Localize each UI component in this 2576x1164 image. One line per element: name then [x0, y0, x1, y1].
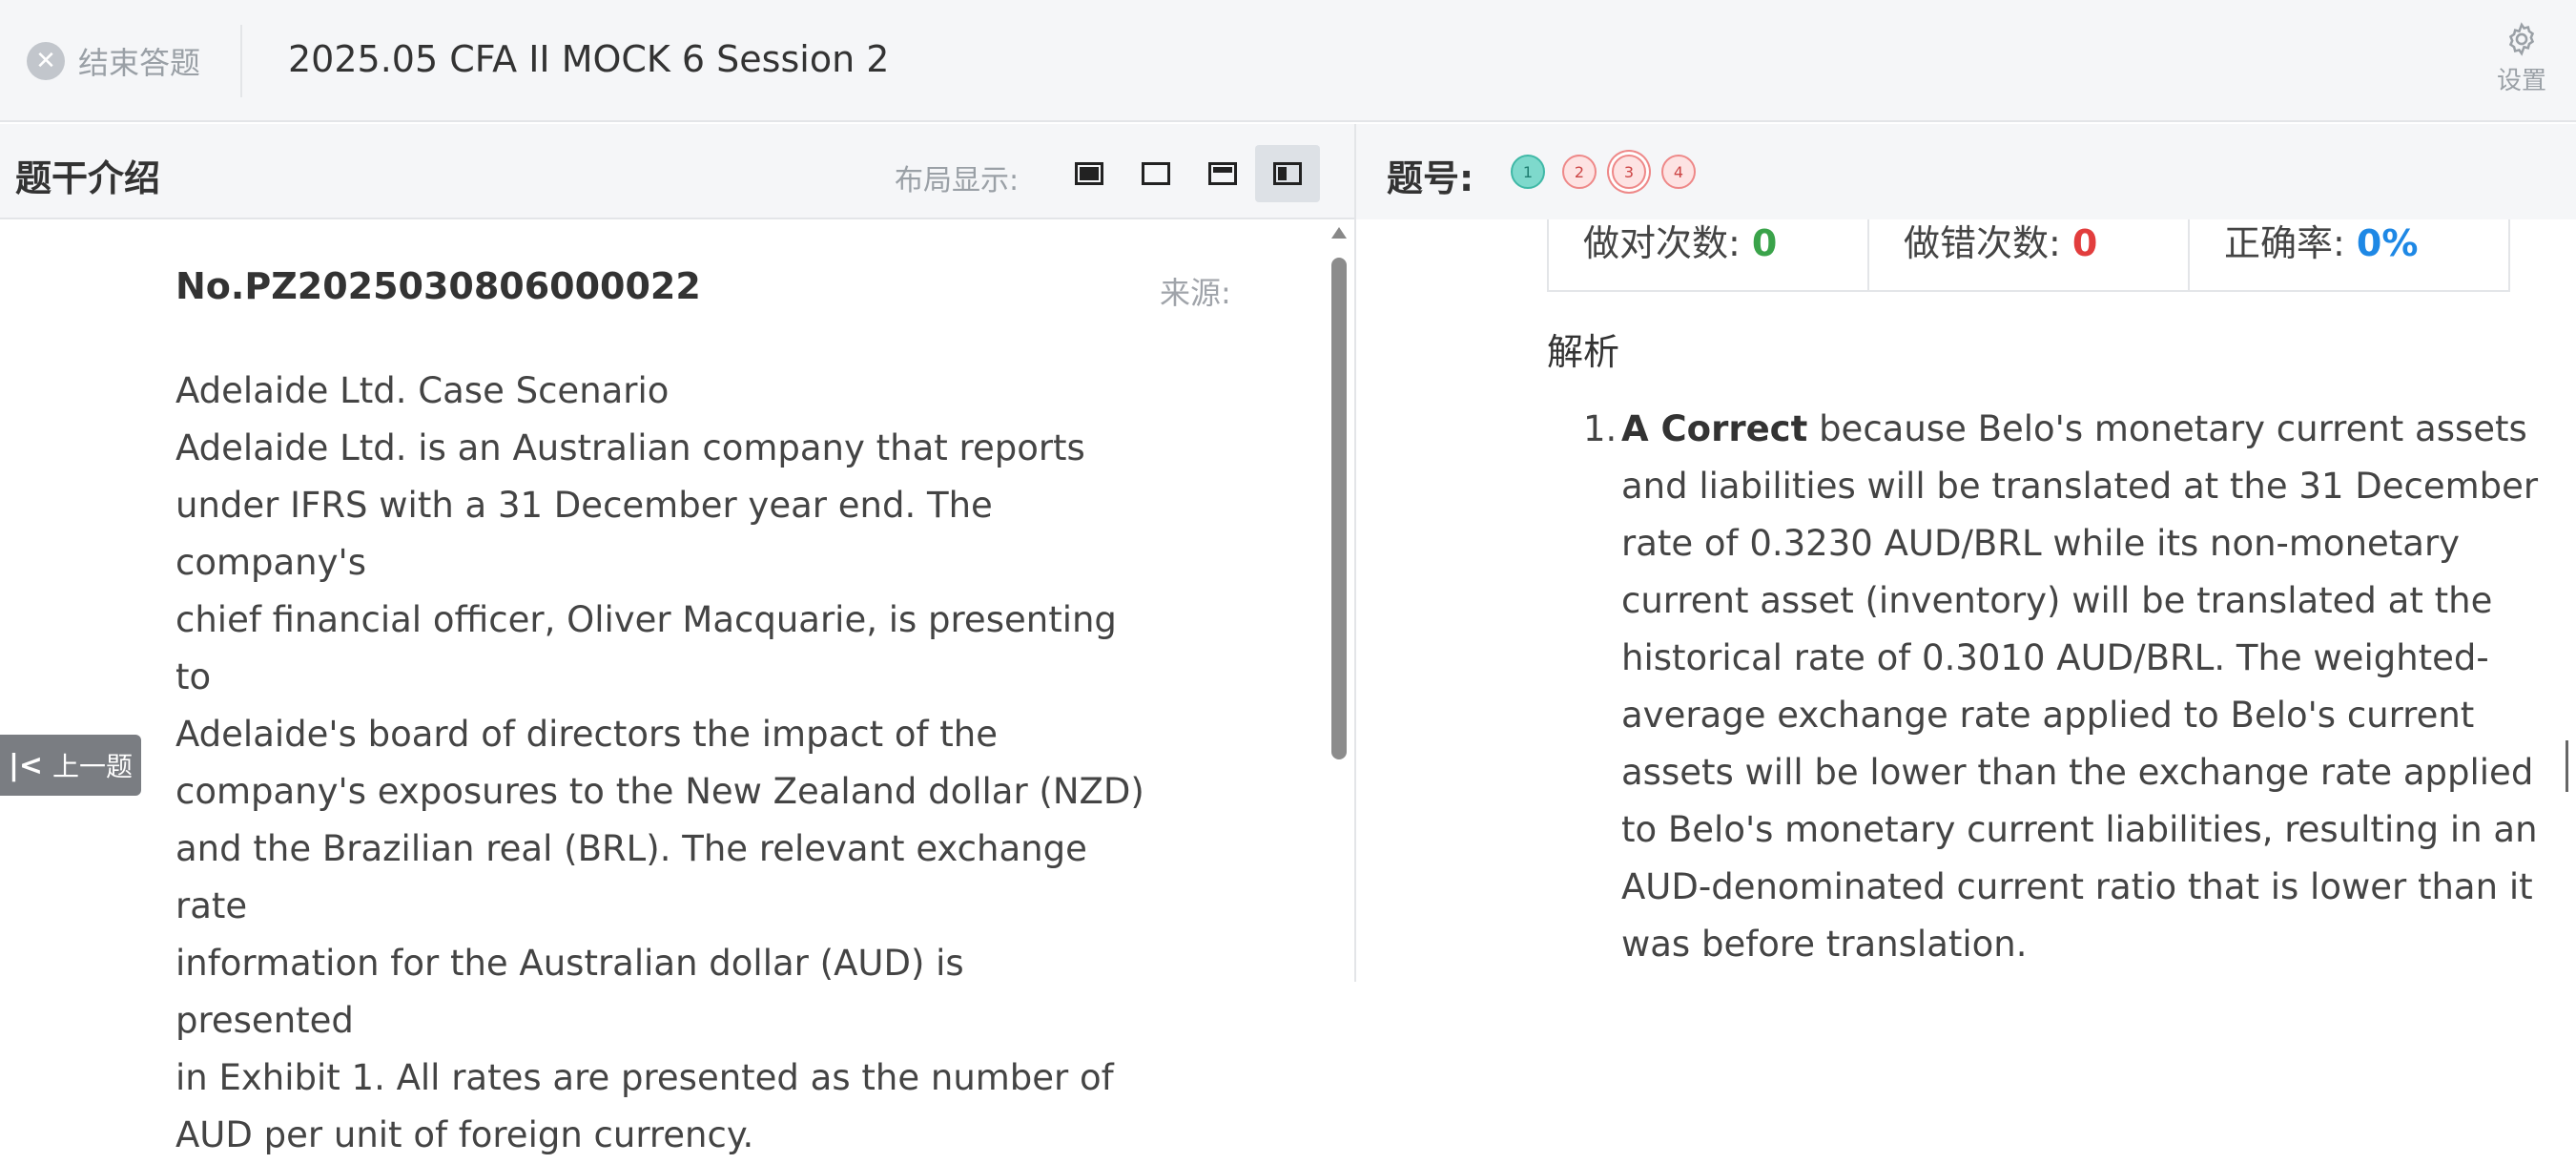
correct-count: 做对次数: 0 [1549, 219, 1869, 290]
analysis-line: current asset (inventory) will be transl… [1621, 580, 2493, 621]
layout-top-button[interactable] [1190, 145, 1255, 202]
analysis-line: rate of 0.3230 AUD/BRL while its non-mon… [1621, 523, 2461, 564]
layout-empty-button[interactable] [1123, 145, 1188, 202]
question-nav-2[interactable]: 2 [1562, 155, 1597, 189]
body-line: chief financial officer, Oliver Macquari… [175, 599, 1117, 697]
analysis-line: was before translation. [1621, 924, 2028, 965]
correct-count-value: 0 [1751, 222, 1778, 264]
question-number: No.PZ2025030806000022 [175, 265, 701, 307]
layout-side-icon [1273, 162, 1302, 185]
answer-verdict: A Correct [1621, 408, 1808, 449]
top-bar: ✕ 结束答题 2025.05 CFA II MOCK 6 Session 2 设… [0, 0, 2576, 122]
analysis-line: because Belo's monetary current assets [1807, 408, 2527, 449]
layout-side-button[interactable] [1255, 145, 1320, 202]
scroll-up-arrow-icon[interactable] [1331, 227, 1347, 239]
layout-fill-icon [1075, 162, 1103, 185]
analysis-line: to Belo's monetary current liabilities, … [1621, 809, 2538, 850]
accuracy-label: 正确率: [2224, 222, 2345, 264]
body-line: information for the Australian dollar (A… [175, 943, 964, 1041]
scroll-thumb[interactable] [1331, 258, 1347, 759]
analysis-line: average exchange rate applied to Belo's … [1621, 695, 2475, 736]
chevron-first-icon: |< [8, 748, 44, 782]
end-exam-label: 结束答题 [78, 45, 201, 81]
answer-panel: 题号: 1 2 3 4 做对次数: 0 做错次数: 0 正确率: 0% 解析 1… [1356, 124, 2576, 982]
analysis-line: and liabilities will be translated at th… [1621, 466, 2539, 507]
body-line: Adelaide Ltd. is an Australian company t… [175, 427, 1085, 468]
analysis-item-number: 1. [1583, 408, 1618, 449]
case-title: Adelaide Ltd. Case Scenario [175, 370, 670, 411]
wrong-count-label: 做错次数: [1904, 222, 2061, 264]
correct-count-label: 做对次数: [1583, 222, 1741, 264]
source-label: 来源: [1160, 275, 1231, 311]
wrong-count-value: 0 [2071, 222, 2098, 264]
layout-empty-icon [1142, 162, 1170, 185]
question-number-label: 题号: [1387, 157, 1474, 199]
accuracy-value: 0% [2356, 222, 2419, 264]
side-drawer-handle[interactable] [2566, 740, 2576, 792]
body-line: company's exposures to the New Zealand d… [175, 771, 1144, 812]
stem-scrollbar[interactable] [1328, 219, 1350, 982]
body-line: in Exhibit 1. All rates are presented as… [175, 1057, 1114, 1098]
question-nav-3[interactable]: 3 [1612, 155, 1646, 189]
settings-button[interactable]: 设置 [2493, 21, 2550, 96]
stem-title: 题干介绍 [15, 157, 161, 199]
body-line: under IFRS with a 31 December year end. … [175, 485, 993, 583]
question-body: Adelaide Ltd. Case Scenario Adelaide Ltd… [175, 363, 1148, 1164]
analysis-line: historical rate of 0.3010 AUD/BRL. The w… [1621, 637, 2489, 678]
question-stem-panel: 题干介绍 布局显示: No.PZ2025030806000022 来源: Ade… [0, 124, 1354, 1155]
stats-row: 做对次数: 0 做错次数: 0 正确率: 0% [1547, 219, 2510, 292]
analysis-title: 解析 [1547, 331, 1620, 373]
end-exam-button[interactable]: ✕ 结束答题 [27, 38, 200, 84]
layout-label: 布局显示: [895, 164, 1020, 197]
wrong-count: 做错次数: 0 [1869, 219, 2190, 290]
gear-icon [2508, 22, 2535, 56]
layout-fill-button[interactable] [1057, 145, 1122, 202]
analysis-text: A Correct because Belo's monetary curren… [1621, 401, 2546, 973]
analysis-line: AUD-denominated current ratio that is lo… [1621, 866, 2533, 907]
question-nav-4[interactable]: 4 [1661, 155, 1696, 189]
body-line: Adelaide's board of directors the impact… [175, 714, 999, 755]
answer-header: 题号: 1 2 3 4 [1356, 124, 2576, 219]
body-line: and the Brazilian real (BRL). The releva… [175, 828, 1087, 926]
settings-label: 设置 [2496, 67, 2546, 95]
prev-question-button[interactable]: |< 上一题 [0, 735, 141, 796]
divider [240, 25, 242, 97]
stem-header: 题干介绍 布局显示: [0, 124, 1354, 219]
body-line: AUD per unit of foreign currency. [175, 1114, 754, 1155]
exam-title: 2025.05 CFA II MOCK 6 Session 2 [288, 38, 890, 80]
accuracy-rate: 正确率: 0% [2190, 219, 2508, 290]
question-nav-1[interactable]: 1 [1511, 155, 1545, 189]
close-circle-icon: ✕ [27, 42, 65, 80]
layout-top-icon [1208, 162, 1237, 185]
prev-question-label: 上一题 [52, 751, 134, 782]
analysis-line: assets will be lower than the exchange r… [1621, 752, 2534, 793]
